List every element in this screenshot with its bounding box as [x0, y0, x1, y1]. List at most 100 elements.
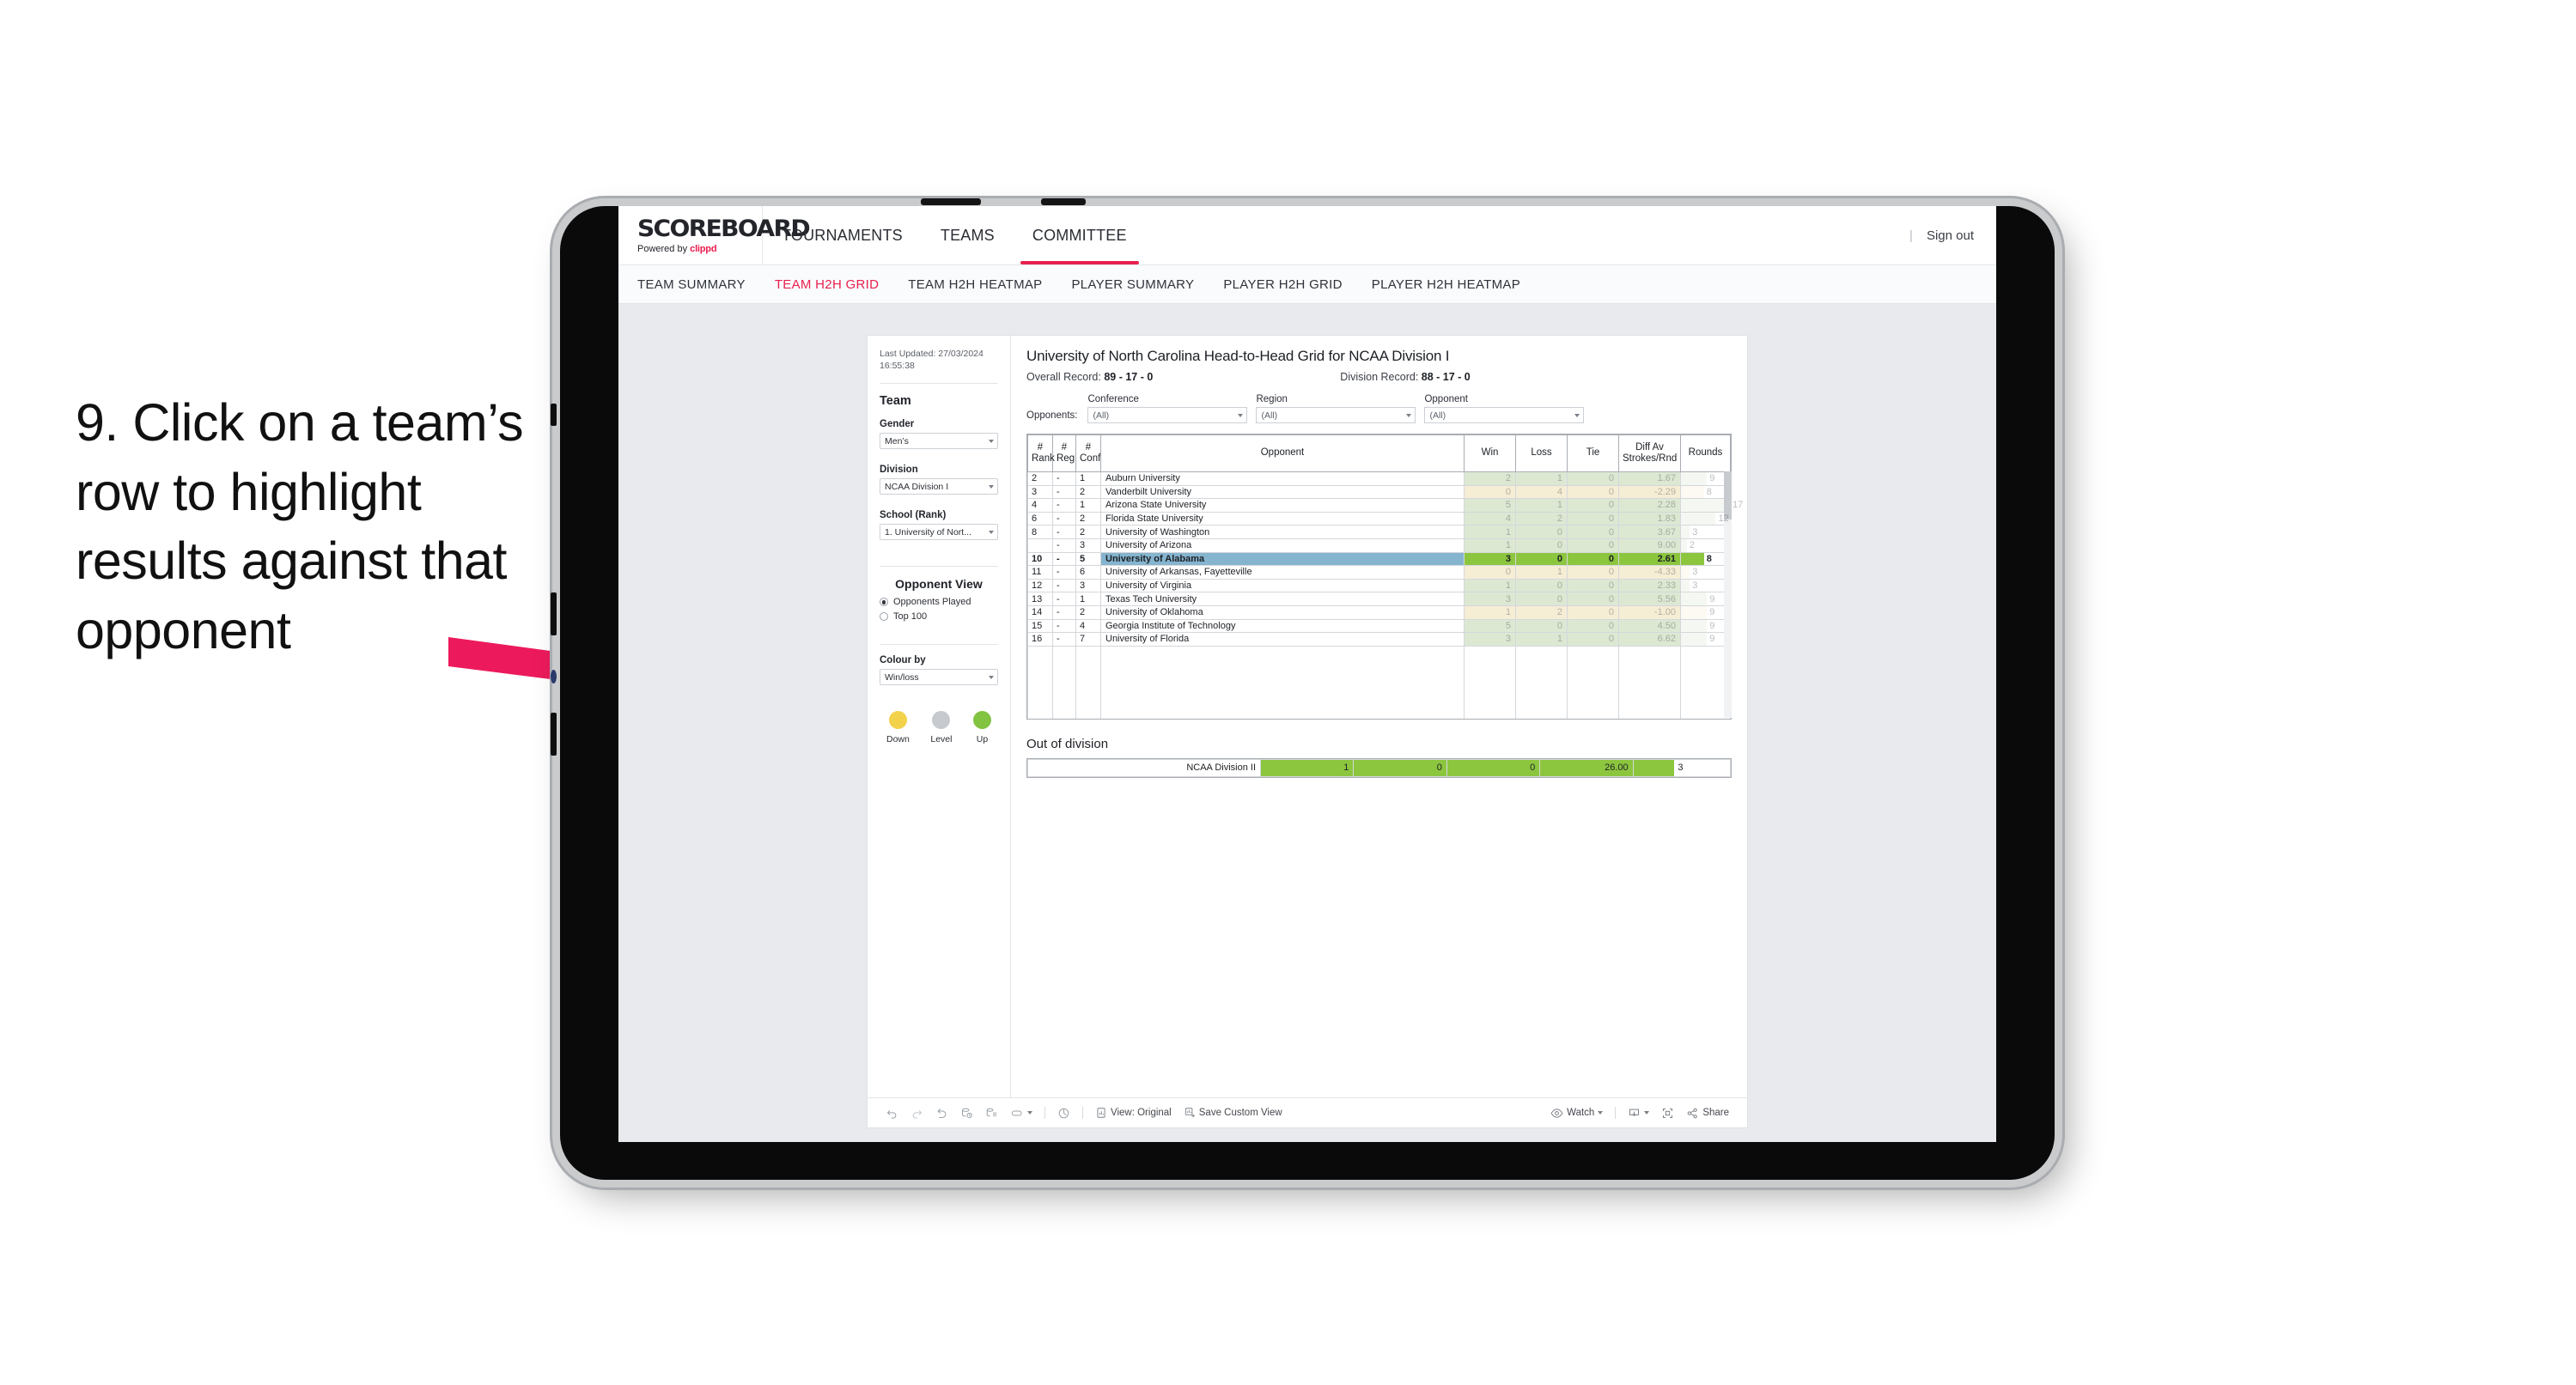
chevron-down-icon: [1406, 413, 1412, 417]
chevron-down-icon: [1598, 1111, 1604, 1115]
cell-rank: 12: [1027, 578, 1053, 593]
cell-opponent: Arizona State University: [1100, 498, 1465, 513]
cell-rounds: 9: [1680, 471, 1731, 486]
pause-refresh-button[interactable]: [1051, 1107, 1076, 1120]
legend-label-down: Down: [886, 734, 910, 745]
cell-win: 1: [1464, 525, 1516, 539]
save-custom-view-label: Save Custom View: [1198, 1108, 1282, 1118]
out-of-division-row[interactable]: NCAA Division II 1 0 0 26.00 3: [1026, 758, 1732, 777]
device-top-button: [921, 198, 981, 205]
sign-out-area: | Sign out: [1909, 206, 1996, 264]
table-row[interactable]: 13-1 Texas Tech University 3 0 0 5.56 9: [1027, 592, 1731, 606]
school-value: 1. University of Nort...: [885, 526, 971, 538]
cell-diff: 1.83: [1618, 511, 1681, 526]
radio-icon: [880, 612, 888, 622]
col-tie: Tie: [1567, 434, 1619, 472]
powered-by-prefix: Powered by: [637, 243, 691, 254]
table-row[interactable]: 14-2 University of Oklahoma 1 2 0 -1.00 9: [1027, 604, 1731, 620]
table-row[interactable]: 4-1 Arizona State University 5 1 0 2.28 17: [1027, 498, 1743, 513]
radio-opponents-played[interactable]: Opponents Played: [880, 597, 998, 607]
subnav-player-h2h-grid[interactable]: PLAYER H2H GRID: [1223, 277, 1342, 292]
subnav-team-h2h-heatmap[interactable]: TEAM H2H HEATMAP: [908, 277, 1042, 292]
share-button[interactable]: Share: [1680, 1107, 1735, 1120]
col-rounds: Rounds: [1680, 434, 1731, 472]
cell-rounds: 3: [1680, 578, 1731, 593]
colour-by-select[interactable]: Win/loss: [880, 669, 998, 686]
table-row[interactable]: 10-5 University of Alabama 3 0 0 2.61 8: [1027, 551, 1731, 567]
subnav-team-h2h-grid[interactable]: TEAM H2H GRID: [775, 277, 879, 292]
gender-label: Gender: [880, 419, 915, 430]
subnav-player-h2h-heatmap[interactable]: PLAYER H2H HEATMAP: [1372, 277, 1520, 292]
nav-committee[interactable]: COMMITTEE: [1014, 206, 1146, 264]
undo-button[interactable]: [880, 1107, 904, 1120]
cell-rounds: 9: [1680, 604, 1731, 620]
pause-updates-button[interactable]: [979, 1107, 1004, 1120]
table-row[interactable]: 16-7 University of Florida 3 1 0 6.62 9: [1027, 632, 1731, 647]
filter-region-select[interactable]: (All): [1256, 407, 1416, 423]
fullscreen-button[interactable]: [1655, 1107, 1680, 1120]
radio-top-100[interactable]: Top 100: [880, 611, 998, 622]
opponents-label: Opponents:: [1026, 410, 1078, 421]
subnav-team-summary[interactable]: TEAM SUMMARY: [637, 277, 746, 292]
nav-tournaments[interactable]: TOURNAMENTS: [763, 206, 922, 264]
download-button[interactable]: [1622, 1107, 1655, 1120]
cell-loss: 1: [1515, 632, 1568, 647]
col-loss: Loss: [1515, 434, 1568, 472]
visualization-body: Last Updated: 27/03/2024 16:55:38 Team G…: [868, 336, 1747, 1097]
division-select[interactable]: NCAA Division I: [880, 478, 998, 495]
table-row[interactable]: 6-2 Florida State University 4 2 0 1.83 12: [1027, 511, 1731, 526]
watch-button[interactable]: Watch: [1544, 1107, 1609, 1120]
table-row[interactable]: 3-2 Vanderbilt University 0 4 0 -2.29 8: [1027, 484, 1731, 500]
cell-win: 0: [1464, 565, 1516, 580]
device-volume-down: [551, 713, 557, 756]
out-of-division-title: Out of division: [1026, 736, 1109, 751]
redo-button[interactable]: [904, 1107, 929, 1120]
refresh-data-button[interactable]: [954, 1107, 979, 1120]
nav-teams[interactable]: TEAMS: [922, 206, 1014, 264]
cell-loss: 0: [1515, 551, 1568, 567]
cell-reg: -: [1052, 538, 1076, 553]
filter-opponent-select[interactable]: (All): [1424, 407, 1585, 423]
sign-out-link[interactable]: Sign out: [1927, 228, 1974, 243]
filter-conference-select[interactable]: (All): [1087, 407, 1248, 423]
save-custom-view-button[interactable]: Save Custom View: [1178, 1107, 1288, 1119]
cell-win: 3: [1464, 551, 1516, 567]
cell-tie: 0: [1567, 578, 1619, 593]
table-row[interactable]: 2-1 Auburn University 2 1 0 1.67 9: [1027, 471, 1731, 486]
device-volume-up: [551, 592, 557, 635]
cell-reg: -: [1052, 525, 1076, 539]
cell-reg: -: [1052, 484, 1076, 500]
table-row[interactable]: 11-6 University of Arkansas, Fayetteville…: [1027, 565, 1731, 580]
cell-conf: 3: [1075, 538, 1101, 553]
cell-reg: -: [1052, 592, 1076, 606]
table-header-row: # Rank # Reg # Conf Opponent Win Loss Tie D…: [1027, 434, 1731, 472]
cell-win: 3: [1464, 632, 1516, 647]
table-row[interactable]: 12-3 University of Virginia 1 0 0 2.33 3: [1027, 578, 1731, 593]
division-record: Division Record: 88 - 17 - 0: [1340, 371, 1470, 383]
sign-out-divider: |: [1909, 228, 1913, 243]
legend-dot-up: [973, 711, 991, 730]
gender-select[interactable]: Men’s: [880, 433, 998, 450]
revert-button[interactable]: [929, 1107, 954, 1120]
cell-tie: 0: [1567, 604, 1619, 620]
toolbar-divider-3: [1615, 1107, 1617, 1119]
ood-loss: 0: [1353, 758, 1447, 777]
cell-diff: 5.56: [1618, 592, 1681, 606]
school-select[interactable]: 1. University of Nort...: [880, 524, 998, 541]
cell-loss: 0: [1515, 538, 1568, 553]
overall-record: Overall Record: 89 - 17 - 0: [1026, 371, 1153, 383]
table-row[interactable]: 8-2 University of Washington 1 0 0 3.67 3: [1027, 525, 1731, 539]
cell-opponent: University of Arkansas, Fayetteville: [1100, 565, 1465, 580]
col-win: Win: [1464, 434, 1516, 472]
ood-win: 1: [1260, 758, 1355, 777]
view-original-button[interactable]: View: Original: [1089, 1107, 1178, 1119]
clippd-brand: clippd: [690, 243, 717, 254]
legend-dot-down: [888, 711, 907, 730]
pause-auto-update-button[interactable]: [1004, 1107, 1038, 1120]
table-row[interactable]: -3 University of Arizona 1 0 0 9.00 2: [1027, 538, 1731, 553]
subnav-player-summary[interactable]: PLAYER SUMMARY: [1071, 277, 1194, 292]
cell-loss: 1: [1515, 471, 1568, 486]
legend-label-up: Up: [976, 734, 989, 745]
table-row[interactable]: 15-4 Georgia Institute of Technology 5 0 0 4.…: [1027, 618, 1731, 634]
legend-up: Up: [973, 711, 991, 744]
